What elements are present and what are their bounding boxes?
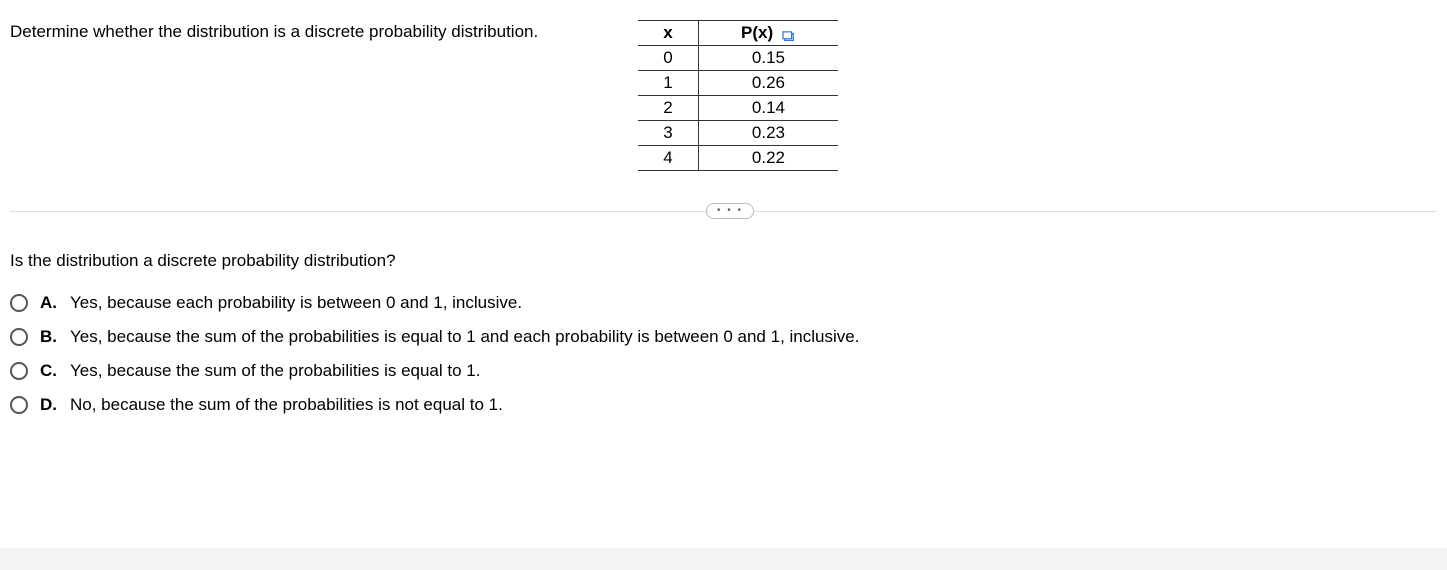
bottom-bar: [0, 548, 1447, 570]
table-row: 3 0.23: [638, 121, 838, 146]
cell-px: 0.22: [698, 146, 838, 171]
cell-x: 2: [638, 96, 698, 121]
radio-a[interactable]: [10, 294, 28, 312]
px-label: P(x): [741, 23, 773, 42]
option-text: Yes, because the sum of the probabilitie…: [70, 361, 480, 381]
question-text: Determine whether the distribution is a …: [10, 20, 538, 42]
option-b[interactable]: B. Yes, because the sum of the probabili…: [10, 327, 1437, 347]
popup-icon[interactable]: [782, 28, 796, 40]
option-letter: B.: [40, 327, 58, 347]
option-c[interactable]: C. Yes, because the sum of the probabili…: [10, 361, 1437, 381]
radio-d[interactable]: [10, 396, 28, 414]
table-header-px: P(x): [698, 21, 838, 46]
option-text: No, because the sum of the probabilities…: [70, 395, 503, 415]
sub-question-text: Is the distribution a discrete probabili…: [10, 251, 1437, 271]
cell-x: 4: [638, 146, 698, 171]
cell-x: 3: [638, 121, 698, 146]
cell-px: 0.23: [698, 121, 838, 146]
option-letter: D.: [40, 395, 58, 415]
option-a[interactable]: A. Yes, because each probability is betw…: [10, 293, 1437, 313]
option-text: Yes, because each probability is between…: [70, 293, 522, 313]
cell-px: 0.14: [698, 96, 838, 121]
table-row: 2 0.14: [638, 96, 838, 121]
options-group: A. Yes, because each probability is betw…: [10, 293, 1437, 415]
cell-px: 0.26: [698, 71, 838, 96]
section-divider: • • •: [10, 201, 1437, 221]
option-letter: A.: [40, 293, 58, 313]
cell-x: 0: [638, 46, 698, 71]
table-header-x: x: [638, 21, 698, 46]
option-text: Yes, because the sum of the probabilitie…: [70, 327, 859, 347]
table-row: 0 0.15: [638, 46, 838, 71]
cell-x: 1: [638, 71, 698, 96]
table-row: 4 0.22: [638, 146, 838, 171]
radio-b[interactable]: [10, 328, 28, 346]
radio-c[interactable]: [10, 362, 28, 380]
table-row: 1 0.26: [638, 71, 838, 96]
more-dots-button[interactable]: • • •: [706, 203, 754, 219]
option-letter: C.: [40, 361, 58, 381]
option-d[interactable]: D. No, because the sum of the probabilit…: [10, 395, 1437, 415]
cell-px: 0.15: [698, 46, 838, 71]
probability-table: x P(x) 0 0.15: [638, 20, 838, 171]
